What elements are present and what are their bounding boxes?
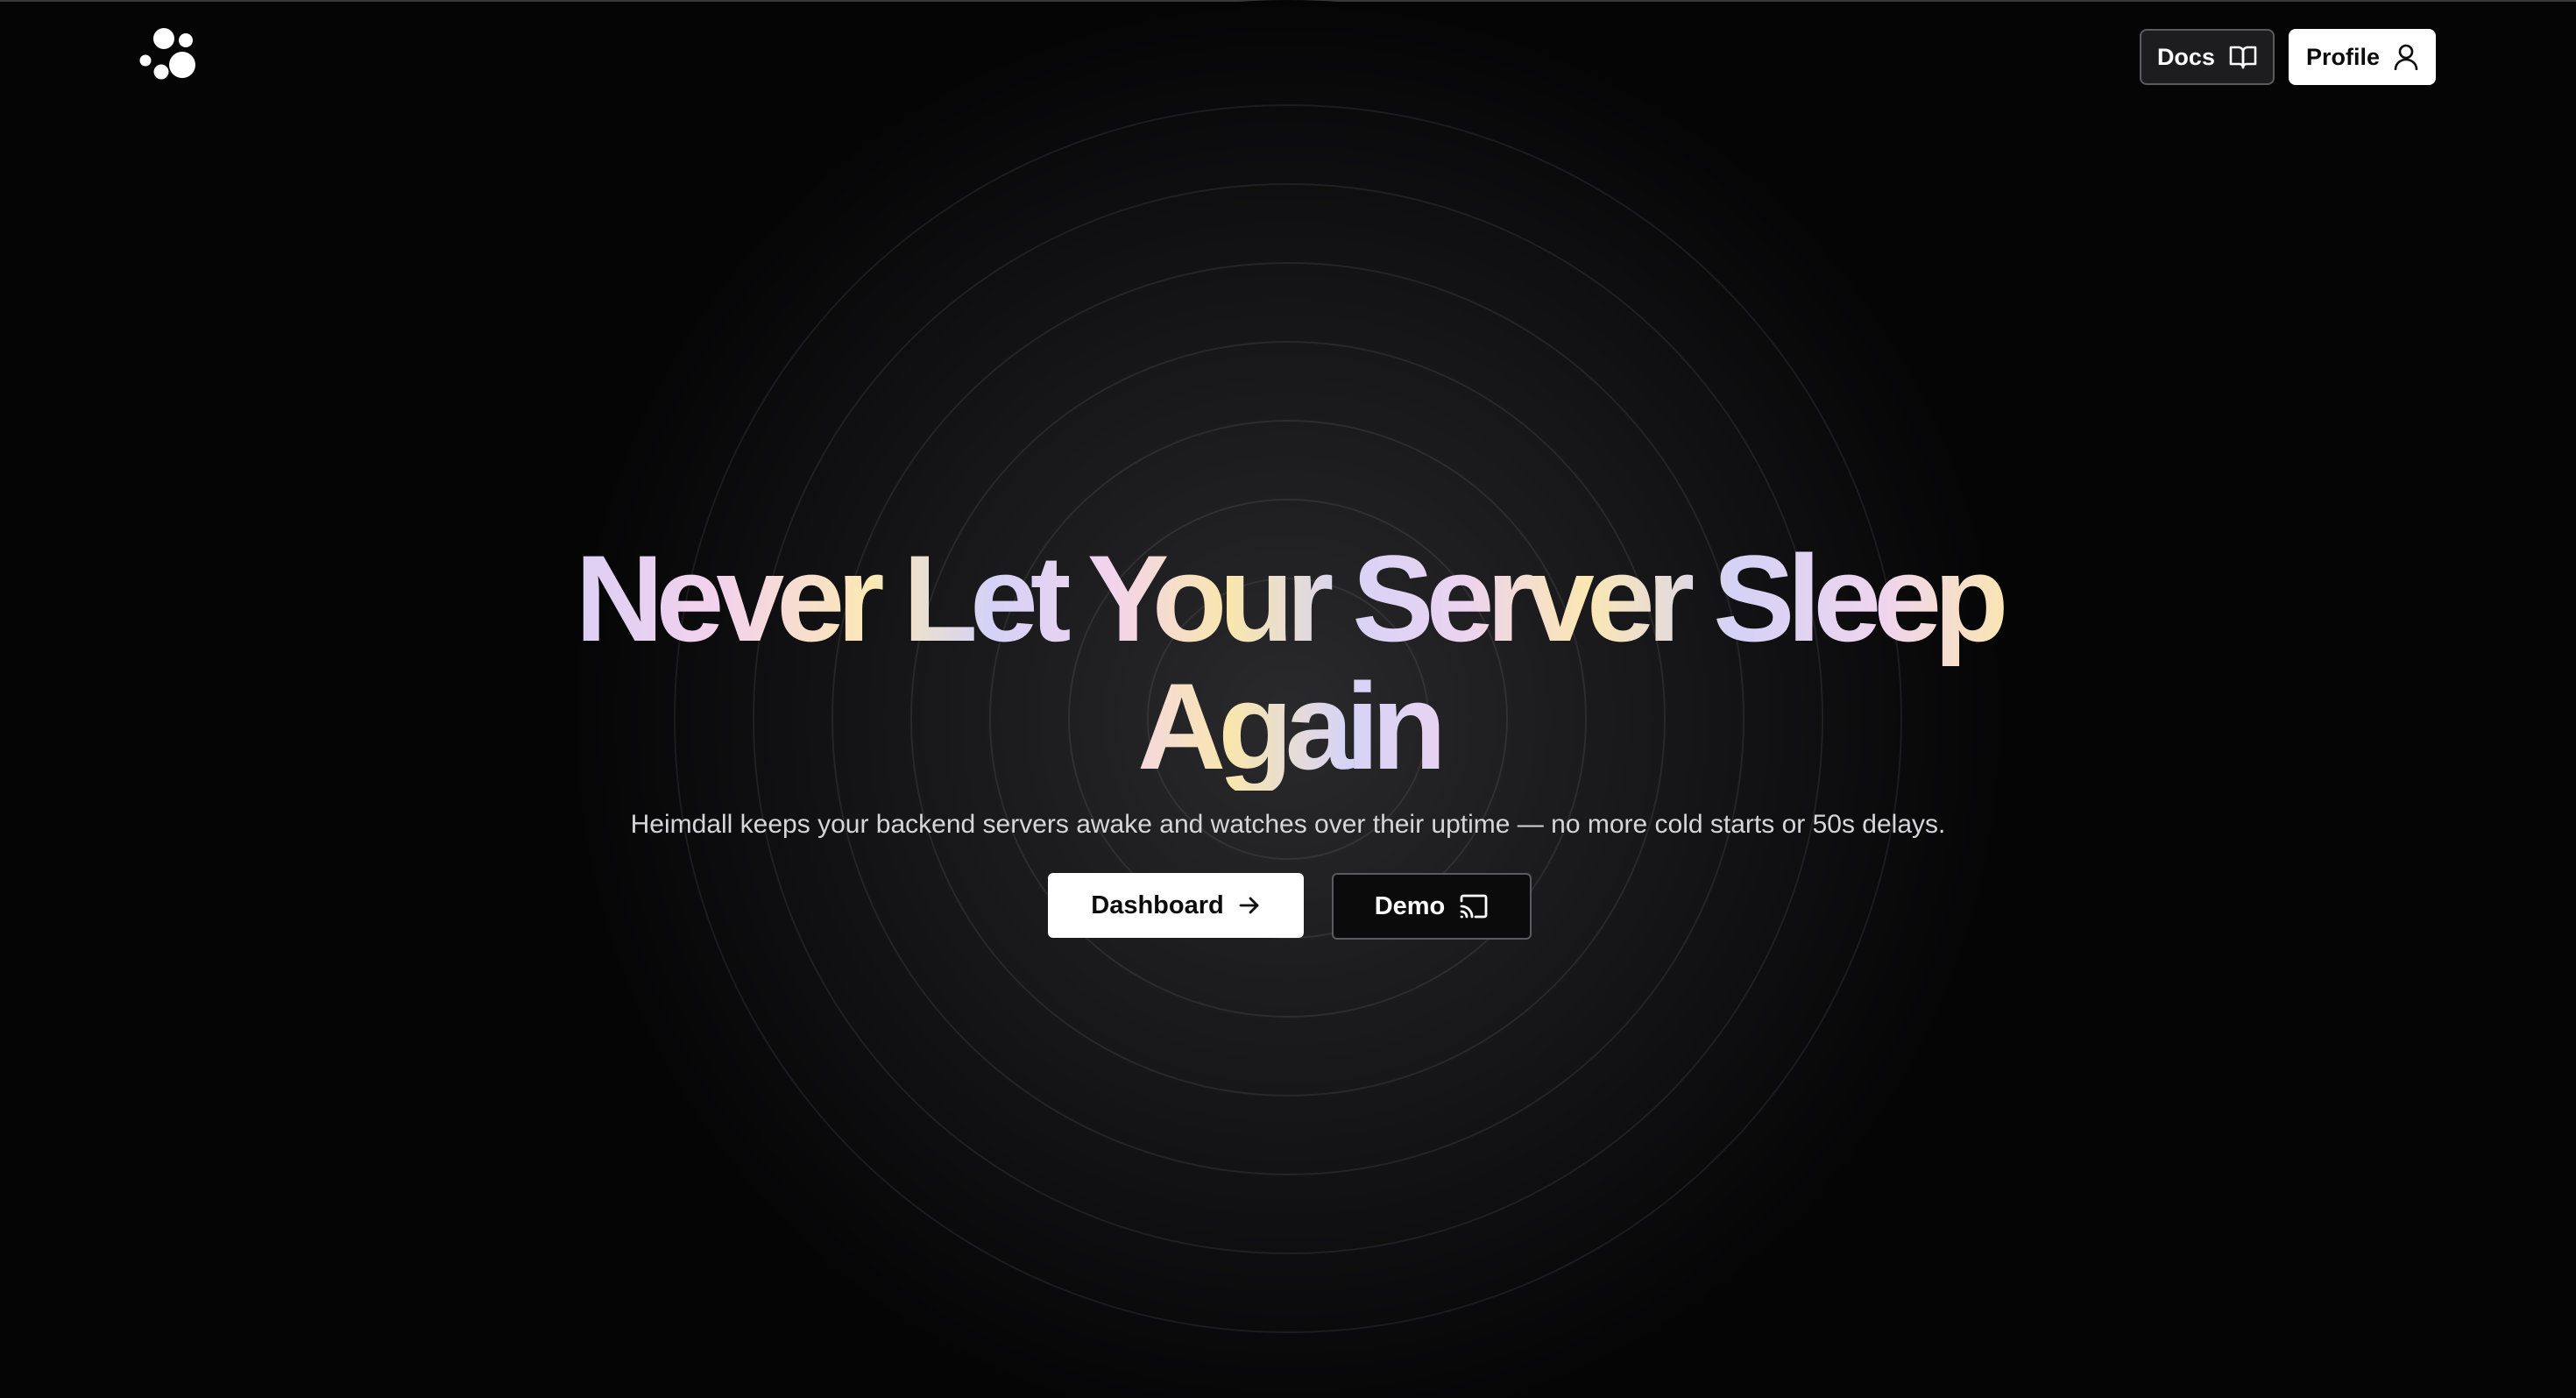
- demo-button-label: Demo: [1374, 891, 1446, 920]
- dots-cluster-logo-icon[interactable]: [138, 26, 198, 82]
- top-border: [0, 0, 2576, 2]
- hero-section: Never Let Your Server Sleep Again Heimda…: [0, 535, 2576, 940]
- header-nav: Docs Profile: [2139, 29, 2436, 85]
- cast-icon: [1459, 894, 1489, 919]
- profile-button-label: Profile: [2305, 43, 2380, 70]
- hero-actions: Dashboard Demo: [0, 873, 2576, 940]
- user-icon: [2394, 44, 2418, 70]
- arrow-right-icon: [1238, 894, 1261, 917]
- dashboard-button[interactable]: Dashboard: [1048, 873, 1304, 938]
- demo-button[interactable]: Demo: [1332, 873, 1532, 940]
- book-open-icon: [2229, 45, 2257, 69]
- dashboard-button-label: Dashboard: [1091, 891, 1224, 919]
- landing-page: Docs Profile Never Let Your Server Sleep…: [0, 0, 2576, 1398]
- docs-button-label: Docs: [2156, 43, 2215, 70]
- hero-tagline: Heimdall keeps your backend servers awak…: [630, 810, 1946, 839]
- docs-button[interactable]: Docs: [2139, 29, 2275, 85]
- hero-headline: Never Let Your Server Sleep Again: [543, 535, 2033, 791]
- profile-button[interactable]: Profile: [2288, 29, 2436, 85]
